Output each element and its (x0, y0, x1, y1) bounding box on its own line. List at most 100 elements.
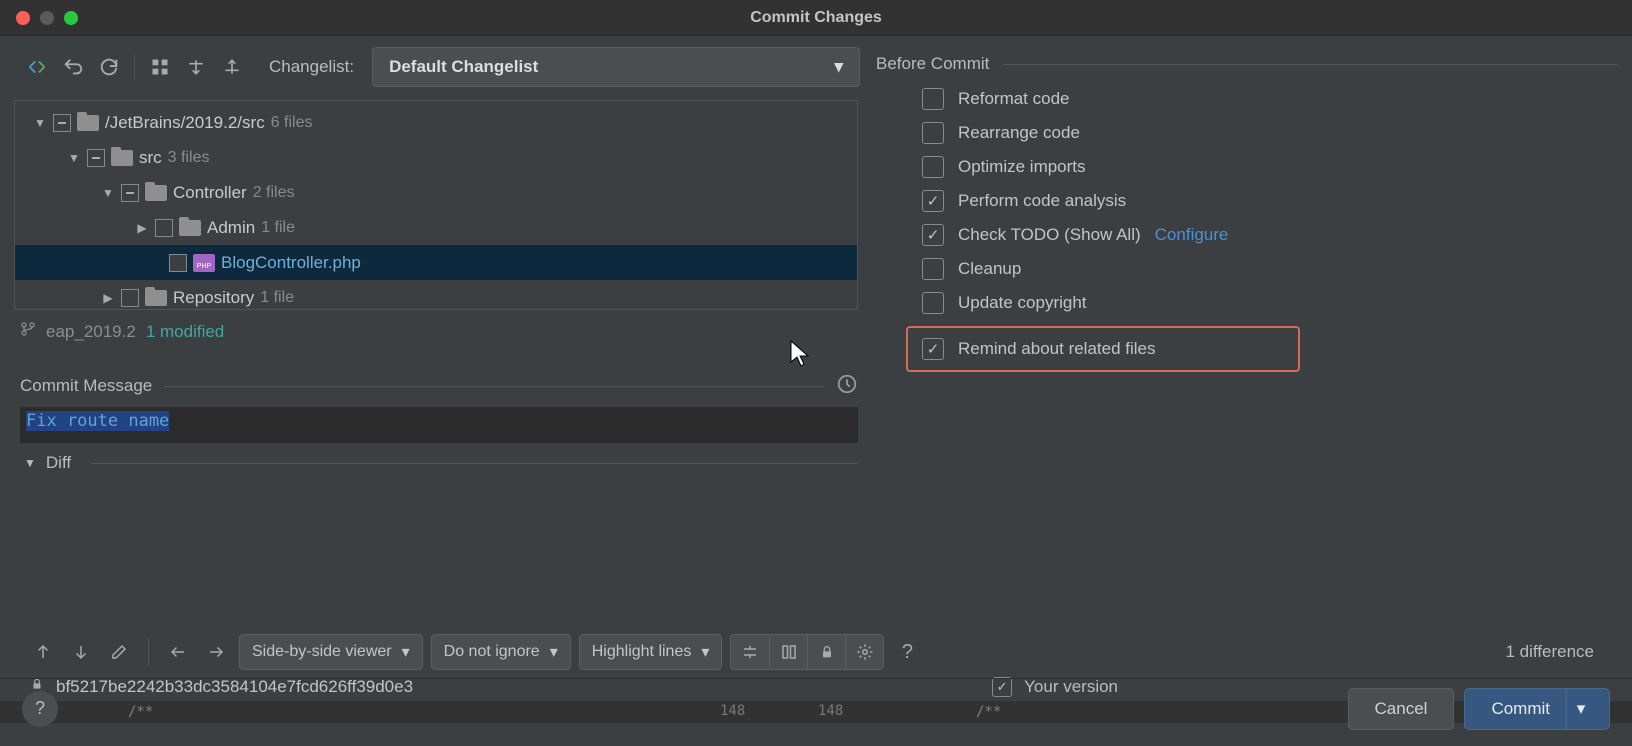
chevron-down-icon: ▾ (402, 642, 410, 662)
changelist-select[interactable]: Default Changelist ▾ (372, 47, 860, 87)
help-button[interactable]: ? (22, 691, 58, 727)
tree-row-src[interactable]: ▼ src 3 files (15, 140, 857, 175)
tree-label: /JetBrains/2019.2/src (105, 113, 265, 133)
option-rearrange-code[interactable]: Rearrange code (922, 122, 1618, 144)
highlight-select[interactable]: Highlight lines ▾ (579, 634, 723, 670)
option-cleanup[interactable]: Cleanup (922, 258, 1618, 280)
collapse-diff-icon[interactable] (731, 635, 769, 669)
ignore-select[interactable]: Do not ignore ▾ (431, 634, 571, 670)
tree-label: Controller (173, 183, 247, 203)
checkbox[interactable] (155, 219, 173, 237)
tree-row-blogcontroller[interactable]: BlogController.php (15, 245, 857, 280)
configure-link[interactable]: Configure (1155, 225, 1229, 245)
cancel-button[interactable]: Cancel (1348, 688, 1455, 730)
group-icon[interactable] (143, 50, 177, 84)
chevron-down-icon[interactable]: ▼ (101, 186, 115, 200)
reload-icon[interactable] (92, 50, 126, 84)
changes-tree: ▼ /JetBrains/2019.2/src 6 files ▼ src 3 … (14, 100, 858, 310)
checkbox-checked[interactable] (922, 224, 944, 246)
diff-toolbar: Side-by-side viewer ▾ Do not ignore ▾ Hi… (0, 626, 1632, 676)
left-column: Changelist: Default Changelist ▾ ▼ /JetB… (0, 36, 870, 626)
file-count: 3 files (168, 149, 210, 167)
diff-tool-buttons (730, 634, 884, 670)
viewer-select[interactable]: Side-by-side viewer ▾ (239, 634, 423, 670)
next-change-icon[interactable] (66, 637, 96, 667)
checkbox-indeterminate[interactable] (121, 184, 139, 202)
option-label: Rearrange code (958, 123, 1080, 143)
tree-label: Repository (173, 288, 254, 308)
option-code-analysis[interactable]: Perform code analysis (922, 190, 1618, 212)
chevron-down-icon: ▾ (701, 642, 709, 662)
checkbox[interactable] (922, 258, 944, 280)
tree-row-controller[interactable]: ▼ Controller 2 files (15, 175, 857, 210)
tree-row-admin[interactable]: ▶ Admin 1 file (15, 210, 857, 245)
option-label: Update copyright (958, 293, 1087, 313)
option-reformat-code[interactable]: Reformat code (922, 88, 1618, 110)
changelist-label: Changelist: (269, 57, 354, 77)
separator (134, 54, 135, 80)
edit-icon[interactable] (104, 637, 134, 667)
php-file-icon (193, 254, 215, 272)
help-icon[interactable]: ? (892, 637, 922, 667)
checkbox[interactable] (121, 289, 139, 307)
checkbox-checked[interactable] (922, 338, 944, 360)
option-update-copyright[interactable]: Update copyright (922, 292, 1618, 314)
checkbox[interactable] (922, 156, 944, 178)
history-icon[interactable] (836, 373, 858, 399)
maximize-window-button[interactable] (64, 11, 78, 25)
file-count: 2 files (253, 184, 295, 202)
checkbox[interactable] (922, 88, 944, 110)
commit-message-label: Commit Message (20, 376, 152, 396)
checkbox-indeterminate[interactable] (87, 149, 105, 167)
commit-message-value: Fix route name (26, 411, 169, 431)
top-toolbar: Changelist: Default Changelist ▾ (0, 40, 870, 94)
branch-status-line: eap_2019.2 1 modified (0, 316, 870, 351)
close-window-button[interactable] (16, 11, 30, 25)
refresh-icon[interactable] (20, 50, 54, 84)
chevron-down-icon[interactable]: ▼ (33, 116, 47, 130)
expand-icon[interactable] (179, 50, 213, 84)
file-count: 6 files (271, 114, 313, 132)
option-optimize-imports[interactable]: Optimize imports (922, 156, 1618, 178)
option-label: Remind about related files (958, 339, 1156, 359)
commit-message-header: Commit Message (0, 373, 870, 399)
commit-message-input[interactable]: Fix route name (20, 407, 858, 443)
option-label: Optimize imports (958, 157, 1086, 177)
chevron-down-icon[interactable]: ▼ (24, 456, 36, 470)
gear-icon[interactable] (845, 635, 883, 669)
undo-icon[interactable] (56, 50, 90, 84)
chevron-right-icon[interactable]: ▶ (101, 291, 115, 305)
forward-icon[interactable] (201, 637, 231, 667)
collapse-icon[interactable] (215, 50, 249, 84)
checkbox-indeterminate[interactable] (53, 114, 71, 132)
before-commit-label: Before Commit (876, 54, 989, 74)
chevron-right-icon[interactable]: ▶ (135, 221, 149, 235)
diff-header: ▼ Diff (0, 443, 870, 473)
sync-scroll-icon[interactable] (769, 635, 807, 669)
commit-button[interactable]: Commit ▾ (1464, 688, 1610, 730)
lock-icon[interactable] (807, 635, 845, 669)
tree-row-repository[interactable]: ▶ Repository 1 file (15, 280, 857, 310)
tree-row-root[interactable]: ▼ /JetBrains/2019.2/src 6 files (15, 105, 857, 140)
tree-label: Admin (207, 218, 255, 238)
chevron-down-icon[interactable]: ▼ (67, 151, 81, 165)
separator (164, 386, 824, 387)
chevron-down-icon[interactable]: ▾ (1567, 699, 1595, 719)
changelist-value: Default Changelist (389, 57, 538, 77)
prev-change-icon[interactable] (28, 637, 58, 667)
titlebar: Commit Changes (0, 0, 1632, 36)
option-remind-related-files[interactable]: Remind about related files (906, 326, 1300, 372)
separator (148, 639, 149, 665)
option-label: Check TODO (Show All) (958, 225, 1141, 245)
window-controls (0, 11, 78, 25)
checkbox-checked[interactable] (169, 254, 187, 272)
option-check-todo[interactable]: Check TODO (Show All) Configure (922, 224, 1618, 246)
minimize-window-button[interactable] (40, 11, 54, 25)
highlight-value: Highlight lines (592, 643, 692, 661)
option-label: Cleanup (958, 259, 1021, 279)
modified-count: 1 modified (146, 322, 224, 342)
checkbox[interactable] (922, 122, 944, 144)
checkbox[interactable] (922, 292, 944, 314)
back-icon[interactable] (163, 637, 193, 667)
checkbox-checked[interactable] (922, 190, 944, 212)
